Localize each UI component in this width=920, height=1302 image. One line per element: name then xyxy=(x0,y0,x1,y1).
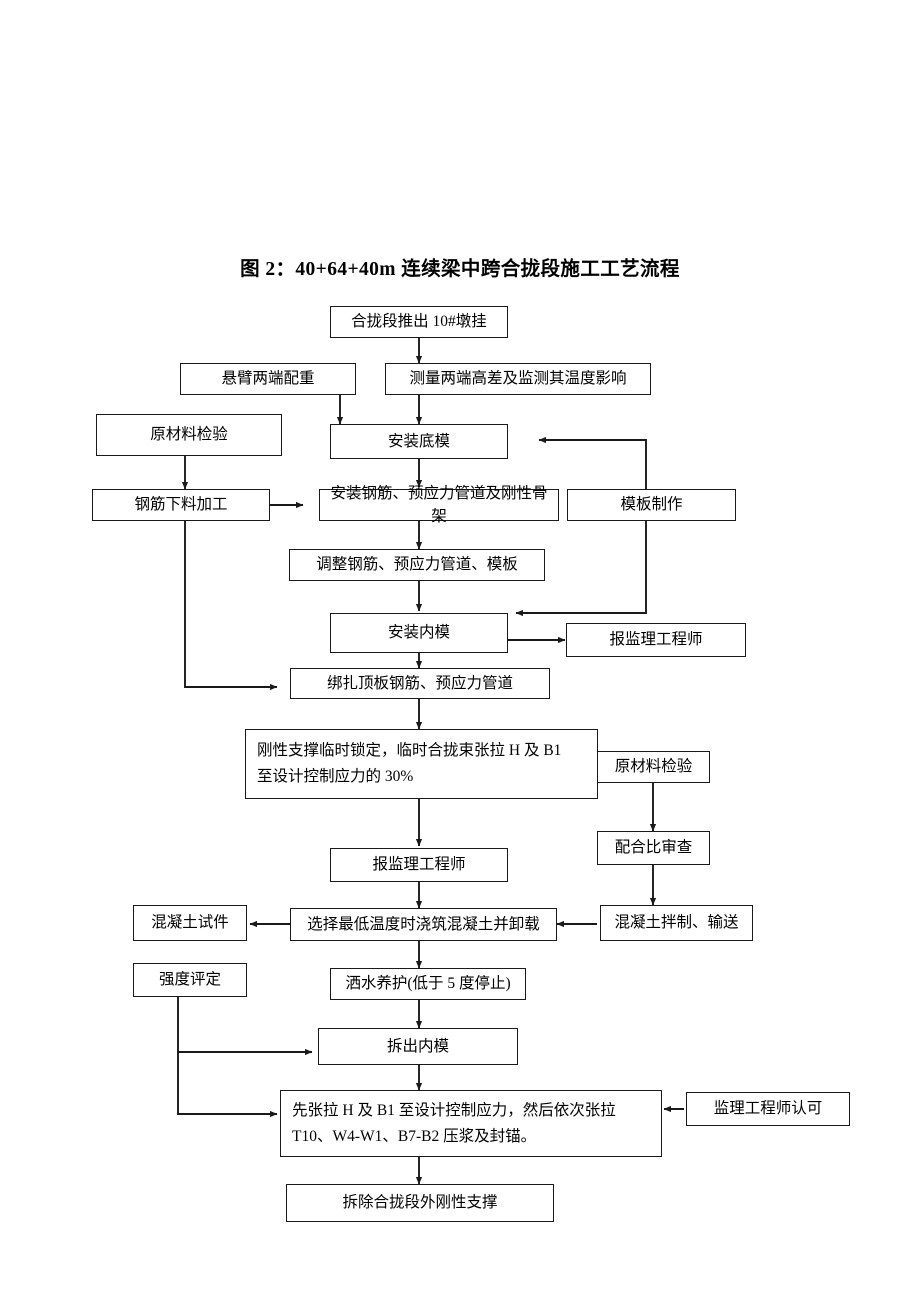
node-n4[interactable]: 原材料检验 xyxy=(96,414,282,456)
node-n7-label: 安装钢筋、预应力管道及刚性骨架 xyxy=(330,484,548,525)
node-n7[interactable]: 安装钢筋、预应力管道及刚性骨架 xyxy=(319,485,559,525)
node-n21[interactable]: 洒水养护(低于 5 度停止) xyxy=(330,968,526,1000)
edge-n6-n12 xyxy=(184,521,278,691)
node-n4-label: 原材料检验 xyxy=(150,426,228,444)
node-n20-label: 强度评定 xyxy=(158,971,221,989)
node-n17[interactable]: 混凝土试件 xyxy=(133,905,247,941)
page-title: 图 2：40+64+40m 连续梁中跨合拢段施工工艺流程 xyxy=(240,259,680,280)
node-n5-label: 安装底模 xyxy=(387,432,450,450)
node-n1[interactable]: 合拢段推出 10#墩挂 xyxy=(330,306,508,338)
node-n9[interactable]: 调整钢筋、预应力管道、模板 xyxy=(289,549,545,581)
node-n22[interactable]: 拆出内模 xyxy=(318,1028,518,1065)
node-n24[interactable]: 监理工程师认可 xyxy=(686,1092,850,1126)
node-n22-label: 拆出内模 xyxy=(386,1037,449,1055)
node-n25-label: 拆除合拢段外刚性支撑 xyxy=(342,1194,498,1212)
node-n1-label: 合拢段推出 10#墩挂 xyxy=(351,313,487,331)
node-n14-label: 原材料检验 xyxy=(614,758,693,776)
node-n23-label: 先张拉 H 及 B1 至设计控制应力，然后依次张拉 T10、W4-W1、B7-B… xyxy=(292,1101,616,1145)
edge-n20-n22 xyxy=(177,997,313,1056)
node-n11[interactable]: 报监理工程师 xyxy=(566,623,746,657)
node-n24-label: 监理工程师认可 xyxy=(713,1100,823,1118)
node-n21-label: 洒水养护(低于 5 度停止) xyxy=(345,975,511,993)
node-n8-label: 模板制作 xyxy=(620,496,683,514)
node-n17-label: 混凝土试件 xyxy=(151,914,229,932)
node-n18[interactable]: 选择最低温度时浇筑混凝土并卸载 xyxy=(290,908,557,941)
node-n6[interactable]: 钢筋下料加工 xyxy=(92,489,270,521)
node-n8[interactable]: 模板制作 xyxy=(567,489,736,521)
node-n2-label: 悬臂两端配重 xyxy=(221,370,315,388)
node-n3[interactable]: 测量两端高差及监测其温度影响 xyxy=(385,363,651,395)
node-n20[interactable]: 强度评定 xyxy=(133,963,247,997)
node-n2[interactable]: 悬臂两端配重 xyxy=(180,363,356,395)
flowchart-page: 图 2：40+64+40m 连续梁中跨合拢段施工工艺流程 合拢段推出 10#墩挂… xyxy=(0,0,920,1302)
node-n16[interactable]: 配合比审查 xyxy=(597,831,710,865)
node-n12[interactable]: 绑扎顶板钢筋、预应力管道 xyxy=(290,668,550,699)
node-n12-label: 绑扎顶板钢筋、预应力管道 xyxy=(326,674,513,692)
node-n19[interactable]: 混凝土拌制、输送 xyxy=(600,905,753,941)
node-n13-label: 刚性支撑临时锁定，临时合拢束张拉 H 及 B1 至设计控制应力的 30% xyxy=(257,742,562,785)
node-n13[interactable]: 刚性支撑临时锁定，临时合拢束张拉 H 及 B1 至设计控制应力的 30% xyxy=(245,729,598,799)
node-n23[interactable]: 先张拉 H 及 B1 至设计控制应力，然后依次张拉 T10、W4-W1、B7-B… xyxy=(280,1090,662,1157)
node-n10-label: 安装内模 xyxy=(387,624,450,642)
node-n16-label: 配合比审查 xyxy=(614,839,693,857)
node-n9-label: 调整钢筋、预应力管道、模板 xyxy=(316,556,518,574)
node-n10[interactable]: 安装内模 xyxy=(330,613,508,653)
node-n18-label: 选择最低温度时浇筑混凝土并卸载 xyxy=(307,915,540,933)
node-n3-label: 测量两端高差及监测其温度影响 xyxy=(409,370,627,388)
node-n19-label: 混凝土拌制、输送 xyxy=(614,914,739,932)
node-n25[interactable]: 拆除合拢段外刚性支撑 xyxy=(286,1184,554,1222)
node-n5[interactable]: 安装底模 xyxy=(330,424,508,459)
node-n14[interactable]: 原材料检验 xyxy=(597,751,710,783)
node-n11-label: 报监理工程师 xyxy=(609,631,703,649)
edge-n20-n23 xyxy=(177,1052,278,1118)
node-n6-label: 钢筋下料加工 xyxy=(134,496,228,514)
node-n15-label: 报监理工程师 xyxy=(372,856,466,874)
node-n15[interactable]: 报监理工程师 xyxy=(330,848,508,882)
edge-n8-n5 xyxy=(538,436,647,489)
